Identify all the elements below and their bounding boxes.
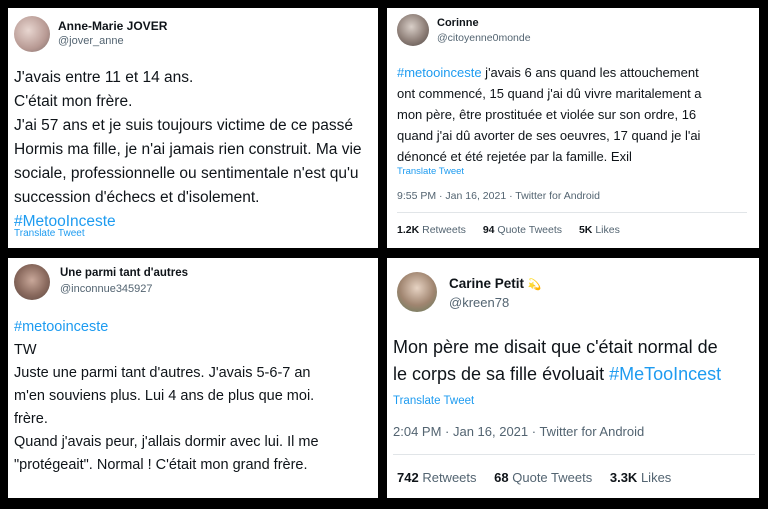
tweet-text: #metooinceste TW Juste une parmi tant d'… [14,316,319,477]
hashtag-link[interactable]: #metooinceste [397,65,482,80]
avatar[interactable] [14,16,50,52]
translate-tweet-link[interactable]: Translate Tweet [393,395,474,407]
retweets-count: 1.2K [397,224,420,236]
text-line: #metooinceste j'avais 6 ans quand les at… [397,62,702,83]
text-line: dénoncé et été rejetée par la famille. E… [397,149,632,164]
quote-tweets-label: Quote Tweets [512,470,593,485]
tweet-timestamp[interactable]: 2:04 PM · Jan 16, 2021 · Twitter for And… [393,424,644,439]
quote-tweets-stat[interactable]: 68 Quote Tweets [494,470,592,485]
quote-tweets-label: Quote Tweets [497,224,563,236]
engagement-stats: 742 Retweets 68 Quote Tweets 3.3K Likes [397,470,685,485]
likes-label: Likes [640,470,672,485]
tweet-text: Mon père me disait que c'était normal de… [393,334,721,388]
quote-tweets-stat[interactable]: 94 Quote Tweets [483,224,562,236]
text-line: J'ai 57 ans et je suis toujours victime … [14,117,353,134]
retweets-stat[interactable]: 742 Retweets [397,470,477,485]
likes-count: 5K [578,224,593,236]
retweets-count: 742 [397,470,419,485]
text-segment: j'avais 6 ans quand les attouchement [481,65,699,80]
text-line: frère. [14,411,48,427]
author-handle[interactable]: @citoyenne0monde [437,32,531,44]
tweet-card-anne-marie: Anne-Marie JOVER @jover_anne J'avais ent… [8,8,378,248]
text-line: quand j'ai dû avorter de ses oeuvres, 17… [397,128,701,143]
text-line: "protégeait". Normal ! C'était mon grand… [14,457,308,473]
author-name[interactable]: Corinne [437,17,479,29]
text-line: ont commencé, 15 quand j'ai dû vivre mar… [397,86,702,101]
text-line: Juste une parmi tant d'autres. J'avais 5… [14,365,311,381]
author-name[interactable]: Carine Petit 💫 [449,276,542,291]
text-line: C'était mon frère. [14,93,133,110]
author-handle[interactable]: @jover_anne [58,35,124,47]
hashtag-link[interactable]: #MeTooIncest [609,364,721,384]
engagement-stats: 1.2K Retweets 94 Quote Tweets 5K Likes [397,224,634,236]
likes-count: 3.3K [609,470,638,485]
text-line: mon père, être prostituée et violée sur … [397,107,697,122]
text-line: Mon père me disait que c'était normal de [393,337,718,357]
tweet-card-carine: Carine Petit 💫 @kreen78 Mon père me disa… [387,258,759,498]
tweet-text: #metooinceste j'avais 6 ans quand les at… [397,62,702,167]
text-line: sociale, professionnelle ou sentimentale… [14,165,359,182]
tweet-timestamp[interactable]: 9:55 PM · Jan 16, 2021 · Twitter for And… [397,190,600,202]
retweets-label: Retweets [422,224,466,236]
divider [393,454,755,455]
author-name[interactable]: Une parmi tant d'autres [60,267,188,279]
quote-tweets-count: 68 [494,470,509,485]
author-name-text: Carine Petit [449,276,525,291]
text-line: m'en souviens plus. Lui 4 ans de plus qu… [14,388,315,404]
likes-label: Likes [595,224,620,236]
avatar[interactable] [14,264,50,300]
text-line: Quand j'avais peur, j'allais dormir avec… [14,434,319,450]
hashtag-link[interactable]: #metooinceste [14,316,319,339]
quote-tweets-count: 94 [482,224,495,236]
likes-stat[interactable]: 5K Likes [579,224,620,236]
text-line: Hormis ma fille, je n'ai jamais rien con… [14,141,362,158]
author-handle[interactable]: @kreen78 [449,295,509,310]
author-name[interactable]: Anne-Marie JOVER [58,19,167,33]
tweet-card-une-parmi: Une parmi tant d'autres @inconnue345927 … [8,258,378,498]
divider [397,212,747,213]
retweets-label: Retweets [422,470,477,485]
tweet-text: J'avais entre 11 et 14 ans. C'était mon … [14,66,362,234]
tweet-card-corinne: Corinne @citoyenne0monde #metooinceste j… [387,8,759,248]
text-line: TW [14,342,37,358]
author-handle[interactable]: @inconnue345927 [60,283,153,295]
text-line: le corps de sa fille évoluait #MeTooInce… [393,361,721,388]
translate-tweet-link[interactable]: Translate Tweet [14,228,85,239]
text-line: succession d'échecs et d'isolement. [14,189,260,206]
likes-stat[interactable]: 3.3K Likes [610,470,671,485]
text-segment: le corps de sa fille évoluait [393,364,610,384]
avatar[interactable] [397,14,429,46]
translate-tweet-link[interactable]: Translate Tweet [397,166,464,177]
sparkle-icon: 💫 [527,279,542,291]
text-line: J'avais entre 11 et 14 ans. [14,69,194,86]
avatar[interactable] [397,272,437,312]
retweets-stat[interactable]: 1.2K Retweets [397,224,466,236]
